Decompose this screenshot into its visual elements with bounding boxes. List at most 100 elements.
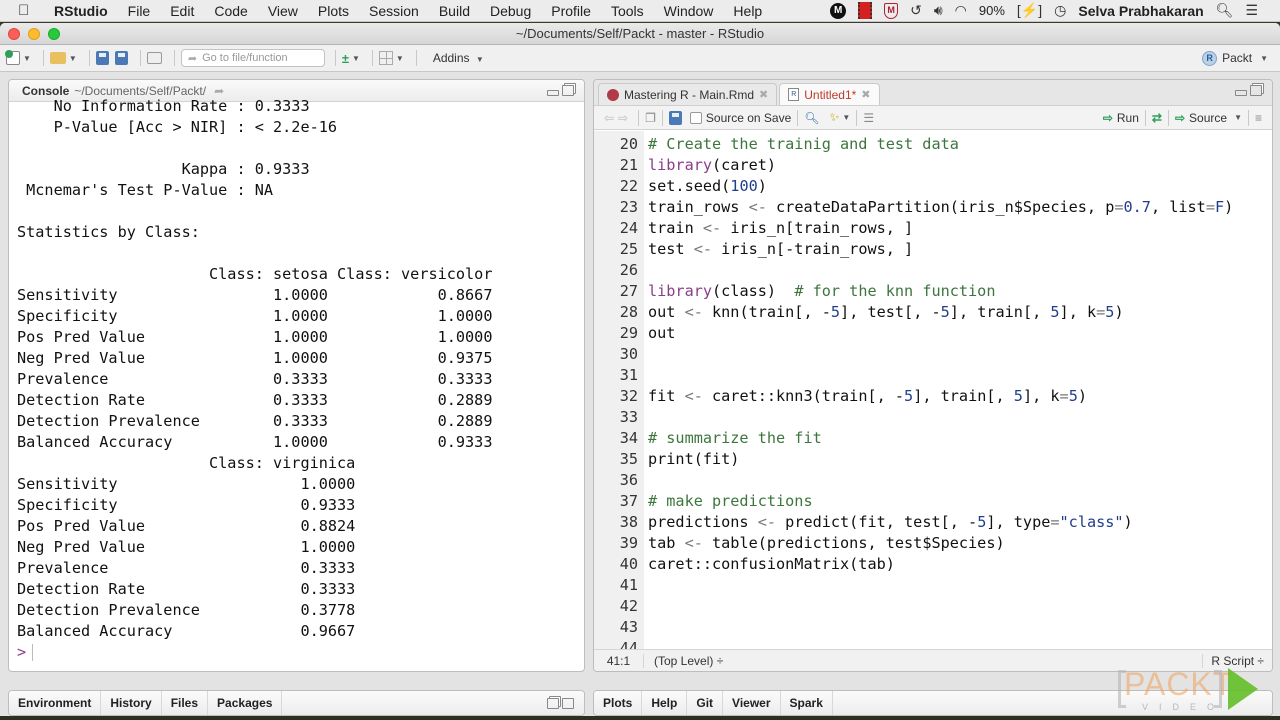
code-line[interactable] (648, 407, 1272, 428)
code-token: ) (1123, 513, 1133, 531)
menu-app-name[interactable]: RStudio (54, 3, 108, 19)
source-button[interactable]: ⇨ Source ▼ (1175, 111, 1242, 125)
mcafee-shield-icon[interactable]: M (884, 2, 899, 19)
code-line[interactable]: fit <- caret::knn3(train[, -5], train[, … (648, 386, 1272, 407)
code-line[interactable]: print(fit) (648, 449, 1272, 470)
code-line[interactable]: out (648, 323, 1272, 344)
code-editor[interactable]: 20 21 22 23 24 25 26 27 28 29 30 31 32 33 34 35 36 37 38 39… (594, 131, 1272, 657)
vcs-button[interactable]: ± ▼ (342, 51, 360, 66)
restore-pane-icon[interactable] (547, 698, 559, 709)
code-line[interactable]: library(caret) (648, 155, 1272, 176)
user-name[interactable]: Selva Prabhakaran (1078, 3, 1203, 19)
menu-debug[interactable]: Debug (490, 3, 531, 19)
code-line[interactable]: out <- knn(train[, -5], test[, -5], trai… (648, 302, 1272, 323)
film-recorder-icon[interactable] (858, 2, 873, 19)
code-line[interactable] (648, 617, 1272, 638)
tab-packages[interactable]: Packages (208, 691, 283, 715)
time-machine-icon[interactable]: ↺ (910, 2, 922, 19)
print-button[interactable] (146, 52, 162, 64)
tab-help[interactable]: Help (642, 691, 688, 715)
find-replace-icon[interactable]: 🔍︎ (804, 111, 819, 125)
code-line[interactable]: # make predictions (648, 491, 1272, 512)
code-line[interactable] (648, 470, 1272, 491)
code-content[interactable]: # Create the trainig and test data librar… (644, 131, 1272, 649)
code-line[interactable]: caret::confusionMatrix(tab) (648, 554, 1272, 575)
code-line[interactable]: train <- iris_n[train_rows, ] (648, 218, 1272, 239)
tab-spark[interactable]: Spark (781, 691, 833, 715)
run-button[interactable]: ⇨ Run (1103, 111, 1139, 125)
tab-history[interactable]: History (101, 691, 162, 715)
close-tab-icon[interactable]: ✖ (759, 88, 768, 101)
maximize-pane-icon[interactable] (1250, 85, 1262, 96)
document-outline-icon[interactable]: ≡ (1255, 111, 1262, 125)
code-line[interactable]: predictions <- predict(fit, test[, -5], … (648, 512, 1272, 533)
menu-plots[interactable]: Plots (318, 3, 349, 19)
code-line[interactable]: library(class) # for the knn function (648, 281, 1272, 302)
compile-report-icon[interactable]: ☰ (863, 111, 874, 125)
close-window-button[interactable] (8, 28, 20, 40)
pane-layout-button[interactable]: ▼ (378, 51, 404, 65)
maximize-pane-icon[interactable] (562, 85, 574, 96)
console-output[interactable]: No Information Rate : 0.3333 P-Value [Ac… (9, 96, 584, 663)
forward-arrow-icon[interactable]: ⇨ (618, 111, 628, 125)
wifi-icon[interactable]: ◠ (955, 2, 967, 19)
menu-window[interactable]: Window (664, 3, 714, 19)
minimize-pane-icon[interactable] (1235, 90, 1247, 96)
save-all-button[interactable] (114, 51, 128, 65)
code-line[interactable]: train_rows <- createDataPartition(iris_n… (648, 197, 1272, 218)
tab-git[interactable]: Git (687, 691, 724, 715)
code-line[interactable]: tab <- table(predictions, test$Species) (648, 533, 1272, 554)
code-line[interactable] (648, 260, 1272, 281)
code-line[interactable]: set.seed(100) (648, 176, 1272, 197)
tab-viewer[interactable]: Viewer (723, 691, 781, 715)
goto-file-function-input[interactable]: ➦ Go to file/function (180, 49, 325, 67)
addins-menu[interactable]: Addins ▼ (433, 51, 484, 65)
save-icon[interactable] (668, 110, 682, 125)
rerun-icon[interactable]: ⇄ (1152, 111, 1162, 125)
m-app-icon[interactable]: M (830, 2, 847, 19)
tab-mastering-r-main[interactable]: Mastering R - Main.Rmd ✖ (598, 83, 778, 105)
show-in-window-icon[interactable]: ❐ (645, 111, 656, 125)
back-arrow-icon[interactable]: ⇦ (604, 111, 614, 125)
menu-profile[interactable]: Profile (551, 3, 591, 19)
menu-session[interactable]: Session (369, 3, 419, 19)
console-prompt-line[interactable]: > (17, 642, 584, 663)
volume-icon[interactable]: 🔊︎ (934, 2, 943, 19)
code-tools-wand-icon[interactable]: ✨︎ (830, 110, 840, 125)
chevron-down-icon[interactable]: ▼ (842, 113, 850, 122)
code-line[interactable]: # summarize the fit (648, 428, 1272, 449)
menu-view[interactable]: View (268, 3, 298, 19)
source-on-save-checkbox[interactable]: Source on Save (689, 111, 791, 125)
code-line[interactable] (648, 575, 1272, 596)
notification-center-icon[interactable]: ☰ (1245, 2, 1258, 19)
menu-tools[interactable]: Tools (611, 3, 644, 19)
menu-code[interactable]: Code (214, 3, 247, 19)
menu-build[interactable]: Build (439, 3, 470, 19)
tab-files[interactable]: Files (162, 691, 209, 715)
code-line[interactable] (648, 596, 1272, 617)
menu-edit[interactable]: Edit (170, 3, 194, 19)
code-line[interactable]: test <- iris_n[-train_rows, ] (648, 239, 1272, 260)
save-button[interactable] (95, 51, 109, 65)
code-line[interactable] (648, 365, 1272, 386)
maximize-window-button[interactable] (48, 28, 60, 40)
battery-charging-icon[interactable]: [⚡] (1017, 2, 1042, 19)
code-line[interactable] (648, 344, 1272, 365)
open-file-button[interactable]: ▼ (49, 52, 77, 64)
tab-plots[interactable]: Plots (594, 691, 643, 715)
spotlight-search-icon[interactable]: 🔍︎ (1216, 2, 1234, 19)
scope-selector[interactable]: (Top Level) ÷ (644, 654, 723, 668)
code-line[interactable]: # Create the trainig and test data (648, 134, 1272, 155)
tab-environment[interactable]: Environment (9, 691, 102, 715)
menu-file[interactable]: File (128, 3, 151, 19)
clock-icon[interactable]: ◷ (1054, 2, 1066, 19)
file-type-selector[interactable]: R Script ÷ (1202, 653, 1272, 668)
tab-untitled1[interactable]: R Untitled1* ✖ (779, 83, 880, 105)
maximize-pane-icon[interactable] (562, 698, 574, 709)
minimize-window-button[interactable] (28, 28, 40, 40)
menu-help[interactable]: Help (733, 3, 762, 19)
new-file-button[interactable]: ▼ (5, 50, 31, 65)
close-tab-icon[interactable]: ✖ (861, 88, 870, 101)
apple-icon[interactable]:  (18, 2, 40, 19)
project-menu[interactable]: R Packt ▼ (1202, 50, 1268, 66)
